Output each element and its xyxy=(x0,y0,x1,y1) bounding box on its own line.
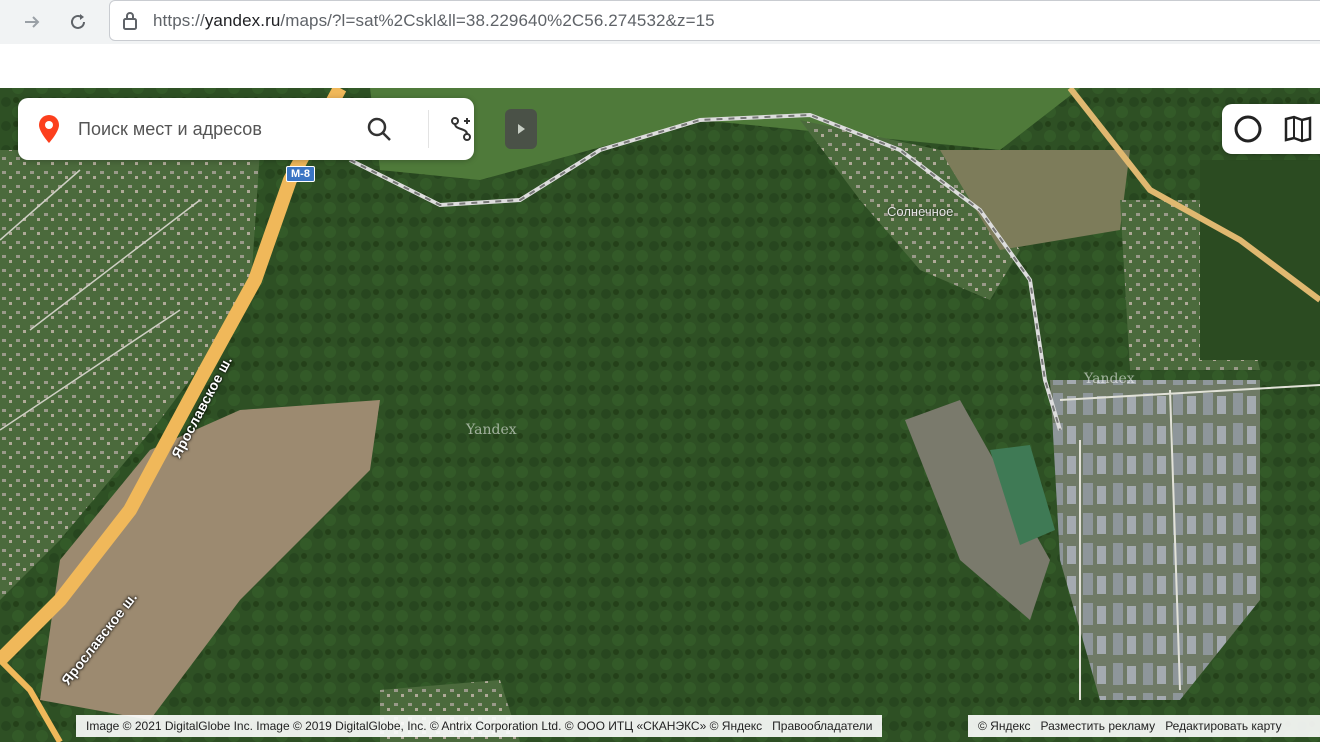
search-panel xyxy=(18,98,474,160)
rights-holders-link[interactable]: Правообладатели xyxy=(772,719,872,733)
collapse-panel-button[interactable] xyxy=(505,109,537,149)
place-label[interactable]: Солнечное xyxy=(887,204,953,219)
lock-icon xyxy=(123,12,137,30)
route-button[interactable] xyxy=(444,112,478,146)
page-header-gap xyxy=(0,44,1320,88)
footer-links: © Яндекс Разместить рекламу Редактироват… xyxy=(968,715,1320,737)
map-controls xyxy=(1222,104,1320,154)
browser-toolbar: https://yandex.ru/maps/?l=sat%2Cskl&ll=3… xyxy=(0,0,1320,44)
advertise-link[interactable]: Разместить рекламу xyxy=(1041,719,1156,733)
search-button[interactable] xyxy=(362,112,396,146)
reload-button[interactable] xyxy=(64,8,92,36)
edit-map-link[interactable]: Редактировать карту xyxy=(1165,719,1281,733)
attribution-text: Image © 2021 DigitalGlobe Inc. Image © 2… xyxy=(86,719,763,733)
alice-button[interactable] xyxy=(1232,113,1264,145)
highway-shield: M-8 xyxy=(286,166,315,182)
collapse-arrow-icon xyxy=(518,124,525,134)
address-bar[interactable]: https://yandex.ru/maps/?l=sat%2Cskl&ll=3… xyxy=(109,0,1320,41)
map-attribution: Image © 2021 DigitalGlobe Inc. Image © 2… xyxy=(76,715,883,737)
route-icon xyxy=(451,117,471,141)
search-icon xyxy=(367,117,391,141)
location-pin-icon xyxy=(39,115,59,143)
reload-icon xyxy=(71,14,85,29)
alice-icon xyxy=(1234,115,1262,143)
map-watermark: Yandex xyxy=(1084,371,1135,387)
layers-button[interactable] xyxy=(1282,113,1314,145)
arrow-forward-icon xyxy=(25,16,40,28)
search-divider xyxy=(428,110,429,148)
map-watermark: Yandex xyxy=(466,422,517,438)
map-view[interactable]: M-8 Ярославское ш. Ярославское ш. Солнеч… xyxy=(0,88,1320,742)
forward-button[interactable] xyxy=(18,8,46,36)
search-input[interactable] xyxy=(76,112,360,146)
yandex-link[interactable]: © Яндекс xyxy=(978,719,1031,733)
layers-icon xyxy=(1284,115,1312,143)
url-text: https://yandex.ru/maps/?l=sat%2Cskl&ll=3… xyxy=(153,11,715,30)
